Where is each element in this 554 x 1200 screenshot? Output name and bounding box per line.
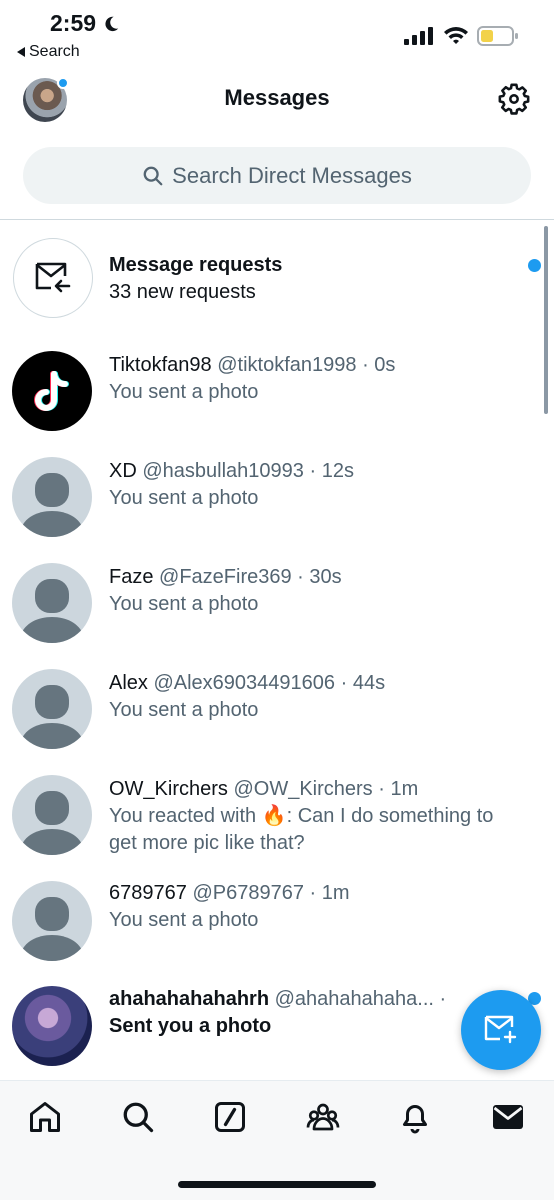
conversation-row[interactable]: 6789767 @P6789767 · 1m You sent a photo: [109, 880, 524, 934]
avatar-tiktok[interactable]: [12, 351, 92, 431]
avatar-anime[interactable]: [12, 986, 92, 1066]
conversation-time: 0s: [374, 354, 396, 376]
conversation-time: 12s: [321, 460, 354, 482]
back-triangle-icon: [17, 47, 25, 57]
message-requests-subtitle: 33 new requests: [109, 281, 256, 303]
moon-icon: [105, 16, 119, 31]
back-to-search[interactable]: Search: [17, 43, 80, 61]
conversation-handle: @OW_Kirchers: [233, 778, 373, 800]
conversation-handle: @P6789767: [192, 882, 304, 904]
preview-prefix: You reacted with: [109, 805, 257, 827]
communities-icon[interactable]: [305, 1099, 341, 1135]
conversation-preview: You sent a photo: [109, 699, 259, 721]
person-silhouette-icon: [20, 791, 84, 855]
battery-icon: [477, 26, 518, 46]
requests-unread-dot: [528, 259, 541, 272]
conversation-row[interactable]: Tiktokfan98 @tiktokfan1998 · 0s You sent…: [109, 352, 524, 406]
message-requests-title: Message requests: [109, 254, 283, 276]
message-requests-avatar[interactable]: [13, 238, 93, 318]
conversation-preview: You sent a photo: [109, 593, 259, 615]
conversation-name: 6789767: [109, 882, 187, 904]
person-silhouette-icon: [20, 579, 84, 643]
conversation-header: ahahahahahahrh @ahahahahaha... ·: [109, 986, 494, 1013]
search-input[interactable]: Search Direct Messages: [23, 147, 531, 204]
default-avatar[interactable]: [12, 881, 92, 961]
grok-icon[interactable]: [212, 1099, 248, 1135]
conversation-name: Tiktokfan98: [109, 354, 212, 376]
scrollbar[interactable]: [544, 226, 548, 414]
default-avatar[interactable]: [12, 457, 92, 537]
conversation-row[interactable]: Alex @Alex69034491606 · 44s You sent a p…: [109, 670, 524, 724]
separator: ·: [362, 354, 369, 376]
conversation-name: OW_Kirchers: [109, 778, 228, 800]
conversation-row[interactable]: Faze @FazeFire369 · 30s You sent a photo: [109, 564, 524, 618]
conversation-handle: @FazeFire369: [159, 566, 292, 588]
page-title: Messages: [224, 85, 330, 110]
status-time: 2:59: [50, 10, 120, 37]
conversation-time: 30s: [309, 566, 342, 588]
default-avatar[interactable]: [12, 669, 92, 749]
back-label: Search: [29, 43, 80, 60]
header: Messages: [0, 70, 554, 130]
default-avatar[interactable]: [12, 775, 92, 855]
conversation-time: 44s: [352, 672, 386, 694]
conversation-row[interactable]: OW_Kirchers @OW_Kirchers · 1m You reacte…: [109, 776, 524, 857]
home-icon[interactable]: [27, 1099, 63, 1135]
separator: ·: [297, 566, 304, 588]
conversation-header: Alex @Alex69034491606 · 44s: [109, 670, 524, 697]
conversation-handle: @tiktokfan1998: [217, 354, 357, 376]
conversation-name: XD: [109, 460, 137, 482]
message-requests-row[interactable]: Message requests 33 new requests: [109, 252, 524, 306]
status-bar: 2:59 Search: [0, 0, 554, 70]
tiktok-logo-icon: [34, 371, 69, 411]
search-placeholder: Search Direct Messages: [172, 162, 412, 188]
conversation-preview: You sent a photo: [109, 487, 259, 509]
conversation-preview: Sent you a photo: [109, 1015, 272, 1037]
search-icon: [143, 166, 163, 185]
search-tab-icon[interactable]: [120, 1099, 156, 1135]
conversation-handle: @Alex69034491606: [153, 672, 336, 694]
separator: ·: [309, 882, 317, 904]
conversation-preview: You sent a photo: [109, 909, 259, 931]
notifications-icon[interactable]: [397, 1099, 433, 1135]
fire-emoji-icon: 🔥: [261, 805, 287, 827]
separator: ·: [378, 778, 385, 800]
status-time-text: 2:59: [50, 10, 97, 36]
conversation-header: Tiktokfan98 @tiktokfan1998 · 0s: [109, 352, 524, 379]
conversation-time: ·: [439, 988, 447, 1010]
conversation-handle: @ahahahahaha...: [274, 988, 434, 1010]
envelope-plus-icon: [484, 1015, 517, 1044]
conversation-name: Faze: [109, 566, 154, 588]
conversation-name: Alex: [109, 672, 148, 694]
messages-icon[interactable]: [490, 1099, 526, 1135]
conversation-header: OW_Kirchers @OW_Kirchers · 1m: [109, 776, 524, 803]
conversation-header: Faze @FazeFire369 · 30s: [109, 564, 524, 591]
conversation-name: ahahahahahahrh: [109, 988, 270, 1010]
conversation-header: 6789767 @P6789767 · 1m: [109, 880, 524, 907]
wifi-icon: [444, 27, 468, 44]
separator: ·: [309, 460, 317, 482]
conversation-preview: You sent a photo: [109, 381, 259, 403]
gear-icon[interactable]: [497, 82, 531, 116]
person-silhouette-icon: [20, 473, 84, 537]
conversation-row[interactable]: ahahahahahahrh @ahahahahaha... · Sent yo…: [109, 986, 494, 1040]
person-silhouette-icon: [20, 685, 84, 749]
envelope-arrow-icon: [35, 262, 71, 293]
conversation-preview: You reacted with 🔥: Can I do something t…: [109, 803, 524, 857]
home-indicator[interactable]: [178, 1181, 376, 1188]
conversation-time: 1m: [390, 778, 419, 800]
divider: [0, 219, 554, 220]
conversation-row[interactable]: XD @hasbullah10993 · 12s You sent a phot…: [109, 458, 524, 512]
new-message-button[interactable]: [461, 990, 541, 1070]
cellular-signal-icon: [404, 27, 433, 45]
separator: ·: [340, 672, 348, 694]
default-avatar[interactable]: [12, 563, 92, 643]
conversation-handle: @hasbullah10993: [142, 460, 304, 482]
conversation-time: 1m: [321, 882, 350, 904]
person-silhouette-icon: [20, 897, 84, 961]
conversation-header: XD @hasbullah10993 · 12s: [109, 458, 524, 485]
